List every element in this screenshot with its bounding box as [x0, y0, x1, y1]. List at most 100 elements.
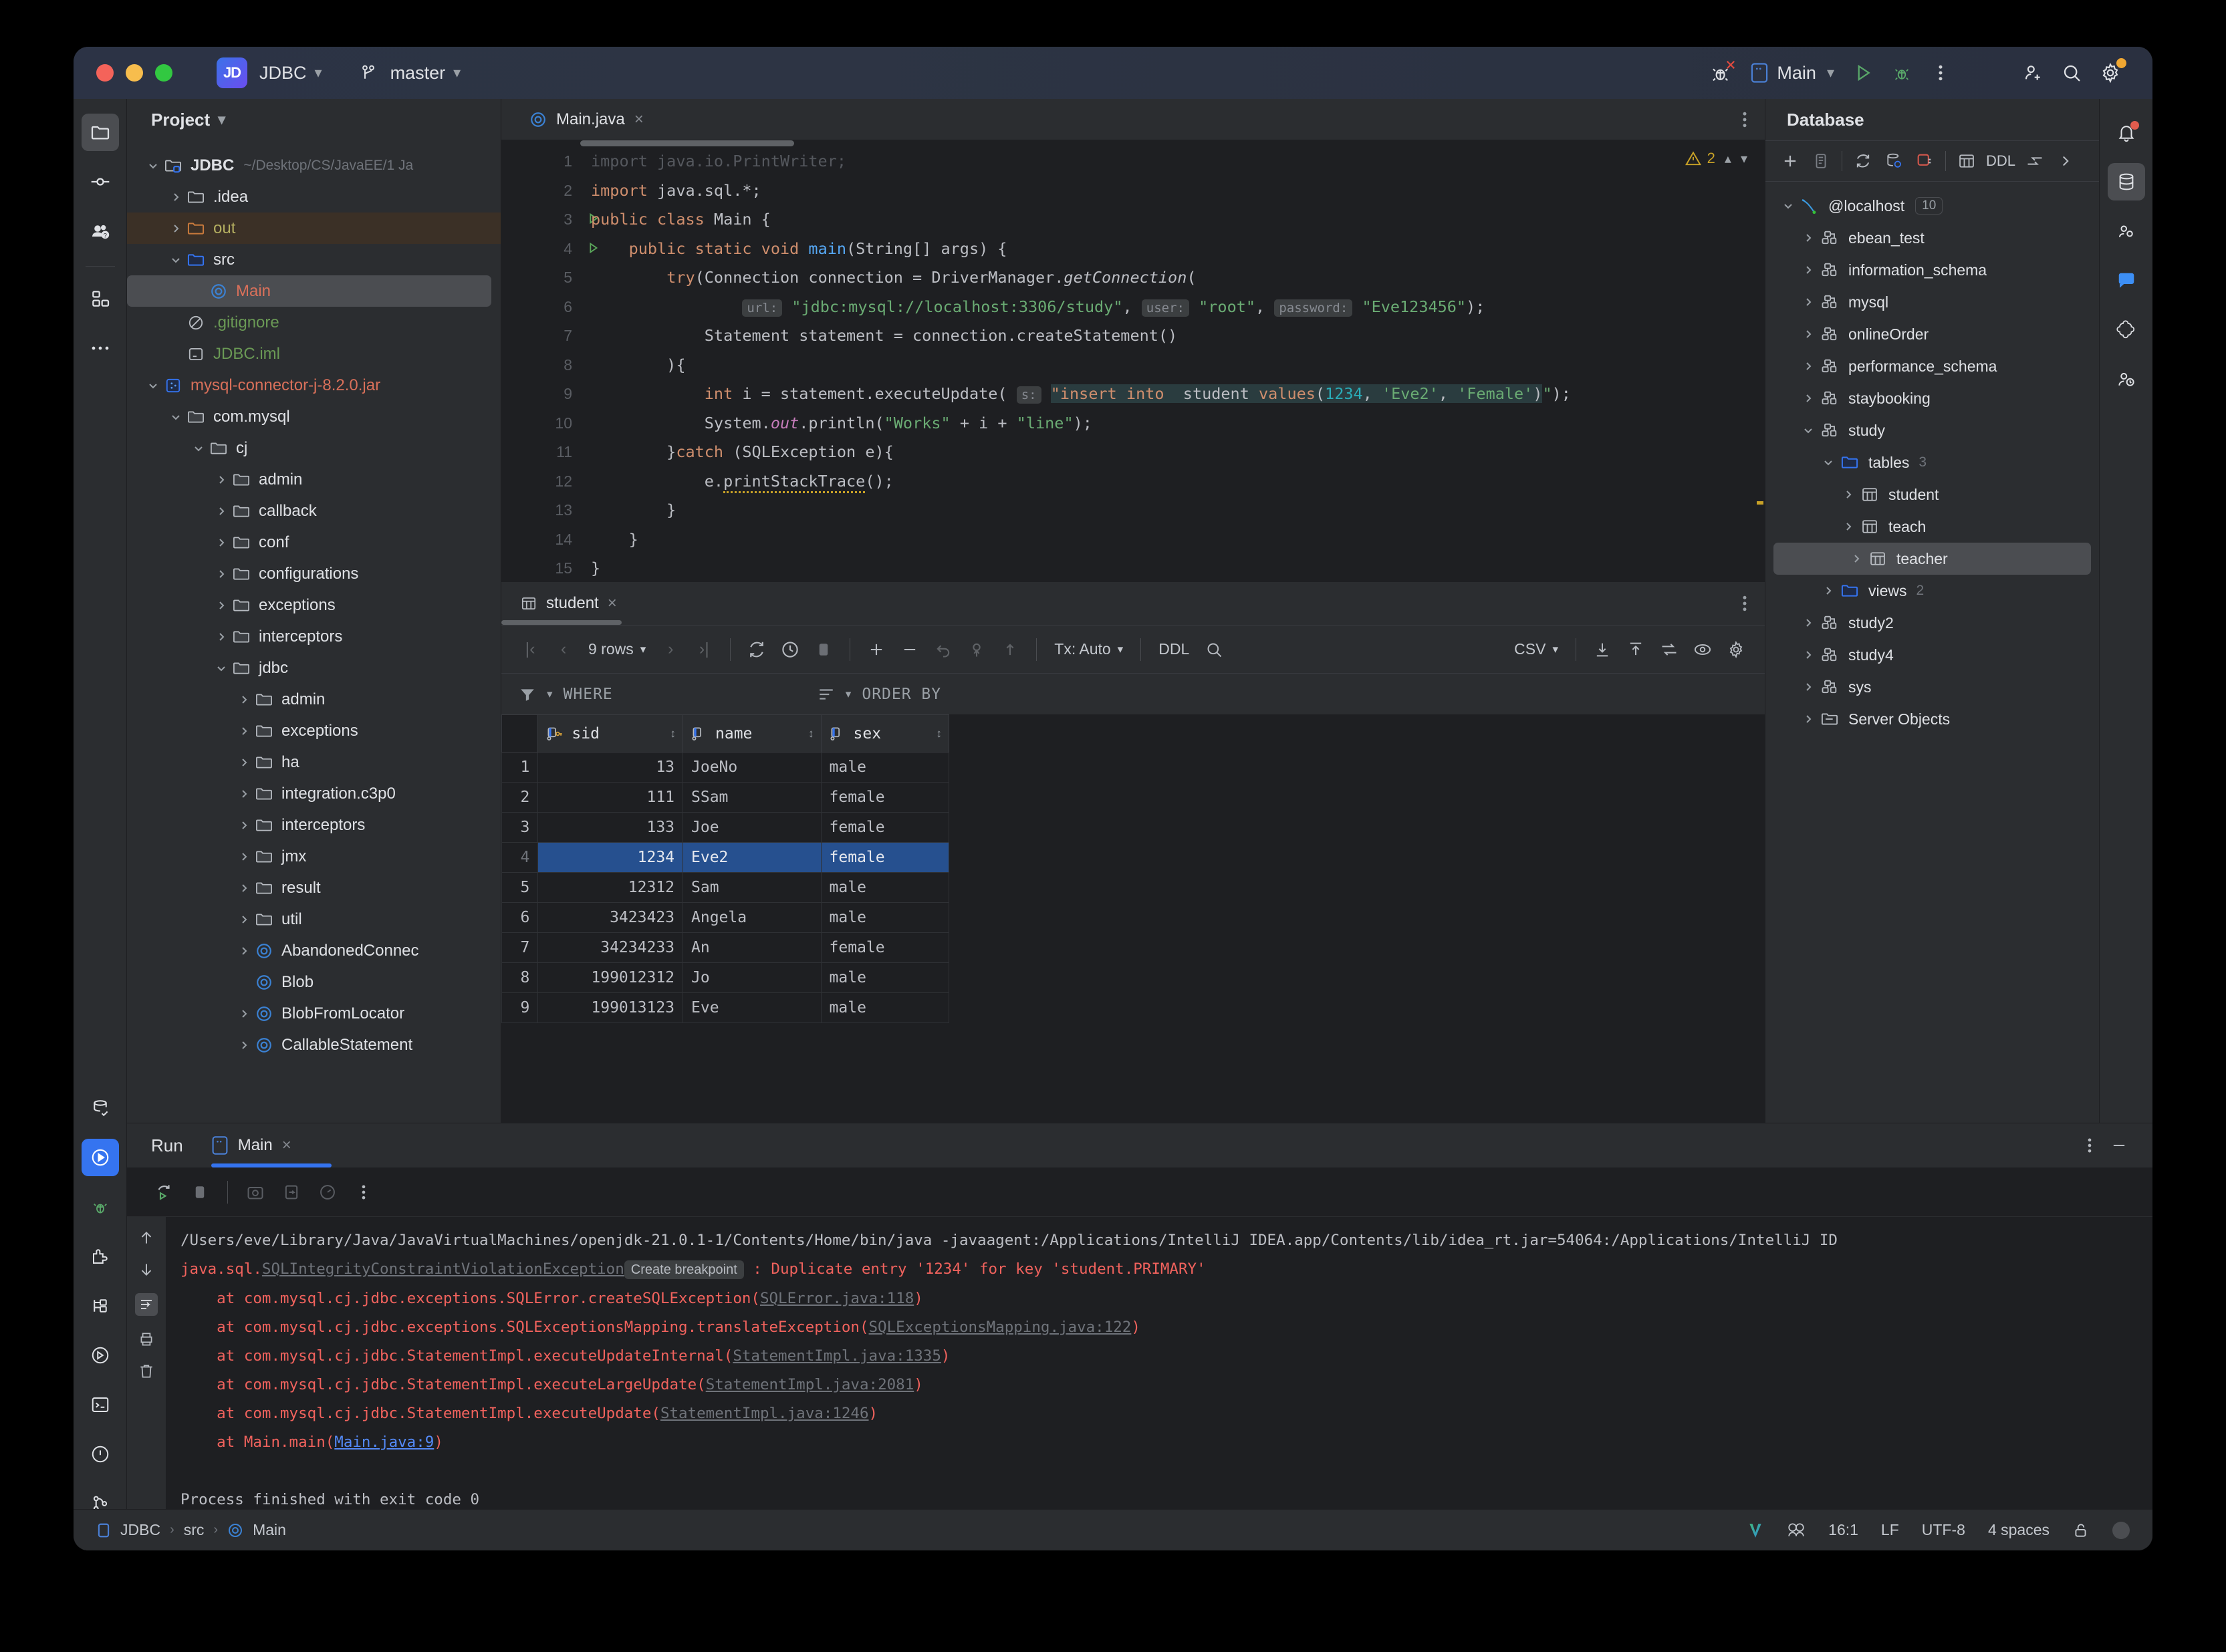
chevron-down-icon[interactable]: ▾: [1741, 150, 1747, 167]
database-tree-item[interactable]: staybooking: [1765, 382, 2099, 414]
code-line[interactable]: import java.sql.*;: [582, 176, 1765, 206]
tree-expand-arrow-icon[interactable]: [144, 159, 162, 172]
tree-expand-arrow-icon[interactable]: [1819, 456, 1838, 469]
sort-toggle-icon[interactable]: ↕: [808, 727, 814, 740]
cell-sid[interactable]: 1234: [537, 842, 684, 873]
cell-sid[interactable]: 34234233: [537, 932, 684, 963]
tree-expand-arrow-icon[interactable]: [235, 724, 253, 738]
plugins-icon[interactable]: [82, 1238, 119, 1275]
tree-expand-arrow-icon[interactable]: [144, 379, 162, 392]
database-tree-item[interactable]: tables 3: [1765, 446, 2099, 478]
database-tree-item[interactable]: student: [1765, 478, 2099, 511]
tree-expand-arrow-icon[interactable]: [235, 787, 253, 801]
profiler-icon[interactable]: [2108, 361, 2145, 398]
project-tree-item[interactable]: admin: [127, 464, 501, 495]
tree-expand-arrow-icon[interactable]: [1839, 520, 1858, 533]
tree-expand-arrow-icon[interactable]: [1799, 392, 1818, 405]
tree-expand-arrow-icon[interactable]: [213, 630, 230, 644]
table-row[interactable]: 2 111 SSam female: [501, 782, 950, 813]
project-name[interactable]: JDBC: [259, 63, 307, 84]
breadcrumb-item-2[interactable]: Main: [253, 1521, 286, 1539]
breadcrumb-item-1[interactable]: src: [184, 1521, 205, 1539]
code-line[interactable]: Statement statement = connection.createS…: [582, 321, 1765, 351]
more-options-icon[interactable]: [1742, 110, 1747, 130]
cell-sid[interactable]: 199013123: [537, 992, 684, 1023]
reload-icon[interactable]: [740, 633, 773, 666]
add-collaborator-icon[interactable]: [2013, 53, 2052, 92]
create-breakpoint-button[interactable]: Create breakpoint: [624, 1260, 744, 1279]
database-tree-item[interactable]: performance_schema: [1765, 350, 2099, 382]
stack-frame-link[interactable]: Main.java:9: [334, 1433, 434, 1451]
tree-expand-arrow-icon[interactable]: [213, 599, 230, 612]
chevron-down-icon[interactable]: ▾: [846, 688, 852, 701]
project-tree-item[interactable]: com.mysql: [127, 401, 501, 432]
sort-icon[interactable]: [818, 687, 835, 702]
code-line[interactable]: System.out.println("Works" + i + "line")…: [582, 409, 1765, 438]
structure-icon[interactable]: [82, 1287, 119, 1325]
cell-name[interactable]: Jo: [683, 962, 822, 993]
database-tree-item[interactable]: study4: [1765, 639, 2099, 671]
project-tree-item[interactable]: .gitignore: [127, 307, 501, 338]
project-tree-item[interactable]: callback: [127, 495, 501, 527]
problems-icon[interactable]: [82, 1435, 119, 1473]
stack-frame-link[interactable]: StatementImpl.java:1335: [733, 1347, 941, 1365]
tree-expand-arrow-icon[interactable]: [235, 756, 253, 769]
cell-sid[interactable]: 111: [537, 782, 684, 813]
soft-wrap-icon[interactable]: [135, 1293, 158, 1316]
table-row[interactable]: 8 199012312 Jo male: [501, 962, 950, 993]
column-header[interactable]: sid ↕: [537, 714, 684, 752]
view-mode-icon[interactable]: [1686, 633, 1719, 666]
project-tree-item[interactable]: out: [127, 213, 501, 244]
lock-icon[interactable]: [2072, 1522, 2090, 1539]
status-dot[interactable]: [2112, 1521, 2130, 1539]
breadcrumb[interactable]: JDBC › src › Main: [96, 1521, 286, 1539]
add-icon[interactable]: [1775, 146, 1806, 176]
tree-expand-arrow-icon[interactable]: [167, 410, 184, 424]
project-tree-item[interactable]: .idea: [127, 181, 501, 213]
cell-name[interactable]: JoeNo: [683, 752, 822, 783]
table-row[interactable]: 9 199013123 Eve male: [501, 992, 950, 1023]
table-row[interactable]: 4 1234 Eve2 female: [501, 842, 950, 873]
run-icon[interactable]: [1844, 53, 1882, 92]
database-tree-item[interactable]: onlineOrder: [1765, 318, 2099, 350]
chevron-down-icon[interactable]: ▾: [453, 64, 461, 82]
close-icon[interactable]: ×: [634, 110, 644, 129]
tree-expand-arrow-icon[interactable]: [235, 881, 253, 895]
indent-setting[interactable]: 4 spaces: [1988, 1521, 2050, 1539]
screenshot-icon[interactable]: [237, 1174, 273, 1210]
project-tree-item[interactable]: BlobFromLocator: [127, 998, 501, 1029]
project-tree-item[interactable]: mysql-connector-j-8.2.0.jar: [127, 370, 501, 401]
more-options-icon[interactable]: [1742, 593, 1747, 613]
project-tree-item[interactable]: integration.c3p0: [127, 778, 501, 809]
sort-toggle-icon[interactable]: ↕: [937, 727, 943, 740]
tree-expand-arrow-icon[interactable]: [1799, 231, 1818, 245]
project-icon[interactable]: [81, 114, 119, 151]
file-encoding[interactable]: UTF-8: [1922, 1521, 1965, 1539]
refresh-icon[interactable]: [1848, 146, 1878, 176]
upload-icon[interactable]: [993, 633, 1027, 666]
minimize-window-button[interactable]: [126, 64, 143, 82]
code-line[interactable]: public static void main(String[] args) {: [582, 235, 1765, 264]
tree-expand-arrow-icon[interactable]: [1779, 199, 1798, 213]
delete-row-icon[interactable]: [893, 633, 926, 666]
chat-icon[interactable]: [2108, 262, 2145, 299]
stack-frame-link[interactable]: SQLExceptionsMapping.java:122: [869, 1319, 1132, 1336]
stack-frame-link[interactable]: StatementImpl.java:2081: [706, 1376, 914, 1393]
warning-count[interactable]: 2: [1685, 150, 1715, 167]
project-tree-item[interactable]: exceptions: [127, 715, 501, 746]
project-tree-item[interactable]: Main: [127, 275, 491, 307]
tree-expand-arrow-icon[interactable]: [1799, 680, 1818, 694]
editor-tab-main-java[interactable]: Main.java ×: [517, 99, 656, 140]
code-line[interactable]: try(Connection connection = DriverManage…: [582, 263, 1765, 293]
history-icon[interactable]: [773, 633, 807, 666]
next-page-icon[interactable]: ›: [654, 633, 687, 666]
add-row-icon[interactable]: [860, 633, 893, 666]
settings-icon[interactable]: [1719, 633, 1753, 666]
chevron-down-icon[interactable]: ▾: [547, 688, 553, 701]
code-line[interactable]: int i = statement.executeUpdate( s: "ins…: [582, 380, 1765, 409]
chevron-up-icon[interactable]: ▴: [1725, 150, 1731, 167]
line-separator[interactable]: LF: [1881, 1521, 1899, 1539]
cell-sex[interactable]: female: [820, 842, 950, 873]
cell-sex[interactable]: male: [820, 962, 950, 993]
ddl-button[interactable]: DDL: [1982, 146, 2019, 176]
